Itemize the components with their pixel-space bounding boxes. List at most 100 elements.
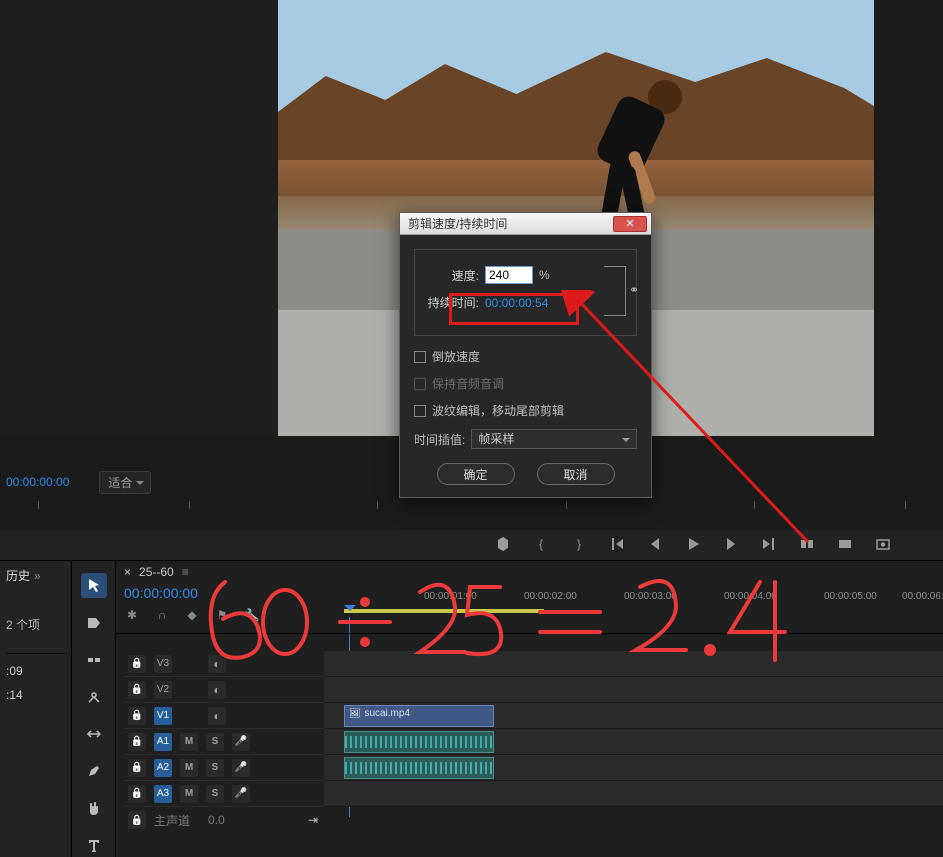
transport-bar: { } xyxy=(495,532,891,556)
track-a2-lane[interactable] xyxy=(324,755,943,781)
track-v3-header[interactable]: V3 xyxy=(124,651,324,677)
close-button[interactable]: ✕ xyxy=(613,216,647,232)
track-v1-label[interactable]: V1 xyxy=(154,707,172,725)
in-bracket-icon[interactable]: { xyxy=(533,536,549,552)
mute-button[interactable]: M xyxy=(180,759,198,777)
speed-duration-dialog: 剪辑速度/持续时间 ✕ 速度: % 持续时间: 00:00:00:54 倒放速度… xyxy=(399,212,652,498)
dialog-titlebar[interactable]: 剪辑速度/持续时间 ✕ xyxy=(400,213,651,235)
cancel-button[interactable]: 取消 xyxy=(537,463,615,485)
interp-select[interactable]: 帧采样 xyxy=(471,429,637,449)
track-v2-label[interactable]: V2 xyxy=(154,681,172,699)
selection-tool[interactable] xyxy=(81,573,107,598)
mute-button[interactable]: M xyxy=(180,785,198,803)
step-fwd-icon[interactable] xyxy=(723,536,739,552)
lock-icon[interactable] xyxy=(128,681,146,699)
source-timecode[interactable]: 00:00:00:00 xyxy=(6,475,69,489)
marker-icon[interactable] xyxy=(495,536,511,552)
ripple-tool[interactable] xyxy=(81,647,107,672)
mute-button[interactable]: M xyxy=(180,733,198,751)
speed-label: 速度: xyxy=(425,267,479,284)
zoom-fit-select[interactable]: 适合 xyxy=(99,471,151,494)
eye-icon[interactable] xyxy=(208,655,226,673)
eye-icon[interactable] xyxy=(208,681,226,699)
track-a1-label[interactable]: A1 xyxy=(154,733,172,751)
track-a1-lane[interactable] xyxy=(324,729,943,755)
solo-button[interactable]: S xyxy=(206,785,224,803)
row-tc-1[interactable]: :09 xyxy=(6,664,65,678)
track-a1-header[interactable]: A1 M S xyxy=(124,729,324,755)
track-v1-header[interactable]: V1 xyxy=(124,703,324,729)
timeline-panel: × 25--60 ≡ 00:00:00:00 ✱ ∩ ◆ ⚑ 🔧 00:00:0… xyxy=(116,561,943,857)
track-v2-lane[interactable] xyxy=(324,677,943,703)
solo-button[interactable]: S xyxy=(206,759,224,777)
speed-input[interactable] xyxy=(485,266,533,284)
master-label: 主声道 xyxy=(154,812,190,829)
track-select-tool[interactable] xyxy=(81,610,107,635)
source-ruler[interactable] xyxy=(0,497,943,515)
duration-label: 持续时间: xyxy=(425,294,479,311)
reverse-checkbox[interactable] xyxy=(414,351,426,363)
duration-value[interactable]: 00:00:00:54 xyxy=(485,296,548,310)
solo-button[interactable]: S xyxy=(206,733,224,751)
eye-icon[interactable] xyxy=(208,707,226,725)
lock-icon[interactable] xyxy=(128,759,146,777)
ripple-label: 波纹编辑，移动尾部剪辑 xyxy=(432,402,564,419)
track-v2-header[interactable]: V2 xyxy=(124,677,324,703)
track-a2-header[interactable]: A2 M S xyxy=(124,755,324,781)
step-back-icon[interactable] xyxy=(647,536,663,552)
master-level: 0.0 xyxy=(208,813,225,827)
audio-clip-a2[interactable] xyxy=(344,757,494,779)
track-a3-lane[interactable] xyxy=(324,781,943,807)
lock-icon[interactable] xyxy=(128,707,146,725)
track-a2-label[interactable]: A2 xyxy=(154,759,172,777)
items-count: 2 个项 xyxy=(6,616,65,633)
interp-label: 时间插值: xyxy=(414,431,465,448)
insert-icon[interactable] xyxy=(799,536,815,552)
ripple-checkbox[interactable] xyxy=(414,405,426,417)
track-a3-header[interactable]: A3 M S xyxy=(124,781,324,807)
track-v1-lane[interactable]: sucai.mp4 xyxy=(324,703,943,729)
pitch-checkbox xyxy=(414,378,426,390)
master-track[interactable]: 主声道 0.0 xyxy=(124,807,324,833)
go-in-icon[interactable] xyxy=(609,536,625,552)
work-area-bar[interactable] xyxy=(344,609,544,613)
dialog-title: 剪辑速度/持续时间 xyxy=(408,215,507,232)
type-tool[interactable] xyxy=(81,832,107,857)
link-speed-duration-icon[interactable] xyxy=(604,266,626,316)
pitch-label: 保持音频音调 xyxy=(432,375,504,392)
hand-tool[interactable] xyxy=(81,795,107,820)
lock-icon[interactable] xyxy=(128,655,146,673)
lock-icon[interactable] xyxy=(128,733,146,751)
pen-tool[interactable] xyxy=(81,758,107,783)
ok-button[interactable]: 确定 xyxy=(437,463,515,485)
mic-icon[interactable] xyxy=(232,733,250,751)
lock-icon[interactable] xyxy=(128,785,146,803)
overwrite-icon[interactable] xyxy=(837,536,853,552)
sequence-tab[interactable]: × 25--60 ≡ xyxy=(124,565,189,579)
lock-icon[interactable] xyxy=(128,811,146,829)
timeline-ruler[interactable]: 00:00:01:00 00:00:02:00 00:00:03:00 00:0… xyxy=(124,591,943,617)
audio-clip-a1[interactable] xyxy=(344,731,494,753)
preview-rocks xyxy=(278,40,874,160)
razor-tool[interactable] xyxy=(81,684,107,709)
left-panel-dark xyxy=(0,0,278,436)
close-tab-x[interactable]: × xyxy=(124,565,131,579)
row-tc-2[interactable]: :14 xyxy=(6,688,65,702)
track-v3-lane[interactable] xyxy=(324,651,943,677)
mic-icon[interactable] xyxy=(232,785,250,803)
mic-icon[interactable] xyxy=(232,759,250,777)
history-panel: 历史 2 个项 :09 :14 xyxy=(0,561,72,857)
go-out-icon[interactable] xyxy=(761,536,777,552)
export-frame-icon[interactable] xyxy=(875,536,891,552)
slip-tool[interactable] xyxy=(81,721,107,746)
jump-icon[interactable] xyxy=(308,813,318,827)
tool-palette xyxy=(72,561,116,857)
video-clip[interactable]: sucai.mp4 xyxy=(344,705,494,727)
speed-unit: % xyxy=(539,268,550,282)
history-tab[interactable]: 历史 xyxy=(6,567,65,584)
reverse-label: 倒放速度 xyxy=(432,348,480,365)
track-v3-label[interactable]: V3 xyxy=(154,655,172,673)
play-icon[interactable] xyxy=(685,536,701,552)
out-bracket-icon[interactable]: } xyxy=(571,536,587,552)
track-a3-label[interactable]: A3 xyxy=(154,785,172,803)
